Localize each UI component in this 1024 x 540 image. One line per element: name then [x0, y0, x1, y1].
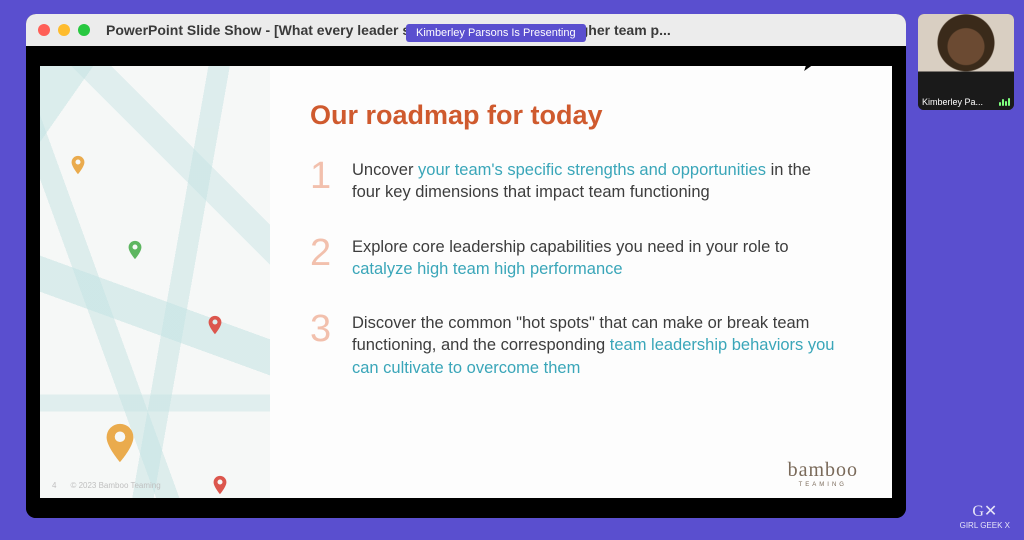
slide-letterbox: 4 © 2023 Bamboo Teaming Our roadmap for … — [26, 46, 906, 518]
avatar — [918, 14, 1014, 110]
map-pin-icon — [209, 474, 231, 496]
presenter-camera-tile[interactable]: Kimberley Pa... — [918, 14, 1014, 110]
item-number: 2 — [310, 234, 334, 272]
item-number: 3 — [310, 310, 334, 348]
item-text: Explore core leadership capabilities you… — [352, 234, 842, 281]
presentation-window: PowerPoint Slide Show - [What every lead… — [26, 14, 906, 518]
item-number: 1 — [310, 157, 334, 195]
highlight-text: catalyze high team high performance — [352, 260, 623, 278]
map-pin-icon — [124, 239, 146, 261]
audio-level-icon — [999, 98, 1010, 106]
presenter-badge: Kimberley Parsons Is Presenting — [406, 24, 586, 42]
map-illustration: 4 © 2023 Bamboo Teaming — [40, 66, 270, 498]
map-pin-icon — [67, 154, 89, 176]
slide-copyright: © 2023 Bamboo Teaming — [70, 481, 160, 490]
minimize-icon[interactable] — [58, 24, 70, 36]
roadmap-item: 1 Uncover your team's specific strengths… — [310, 157, 842, 204]
watermark-logo-icon: G✕ — [960, 501, 1010, 521]
brand-name: bamboo — [788, 459, 858, 482]
host-watermark: G✕ GIRL GEEK X — [960, 501, 1010, 530]
highlight-text: your team's specific strengths and oppor… — [418, 161, 766, 179]
presenter-name-label: Kimberley Pa... — [922, 97, 983, 107]
watermark-label: GIRL GEEK X — [960, 521, 1010, 530]
slide-content: Our roadmap for today 1 Uncover your tea… — [270, 66, 892, 498]
brand-logo: bamboo TEAMING — [788, 459, 858, 488]
roadmap-item: 3 Discover the common "hot spots" that c… — [310, 310, 842, 379]
item-text: Discover the common "hot spots" that can… — [352, 310, 842, 379]
slide-title: Our roadmap for today — [310, 100, 842, 131]
slide-page-number: 4 — [52, 481, 56, 490]
maximize-icon[interactable] — [78, 24, 90, 36]
brand-subtitle: TEAMING — [788, 482, 858, 488]
map-pin-icon — [97, 420, 143, 466]
slide: 4 © 2023 Bamboo Teaming Our roadmap for … — [40, 66, 892, 498]
window-controls — [38, 24, 90, 36]
close-icon[interactable] — [38, 24, 50, 36]
roadmap-item: 2 Explore core leadership capabilities y… — [310, 234, 842, 281]
item-text: Uncover your team's specific strengths a… — [352, 157, 842, 204]
map-pin-icon — [204, 314, 226, 336]
